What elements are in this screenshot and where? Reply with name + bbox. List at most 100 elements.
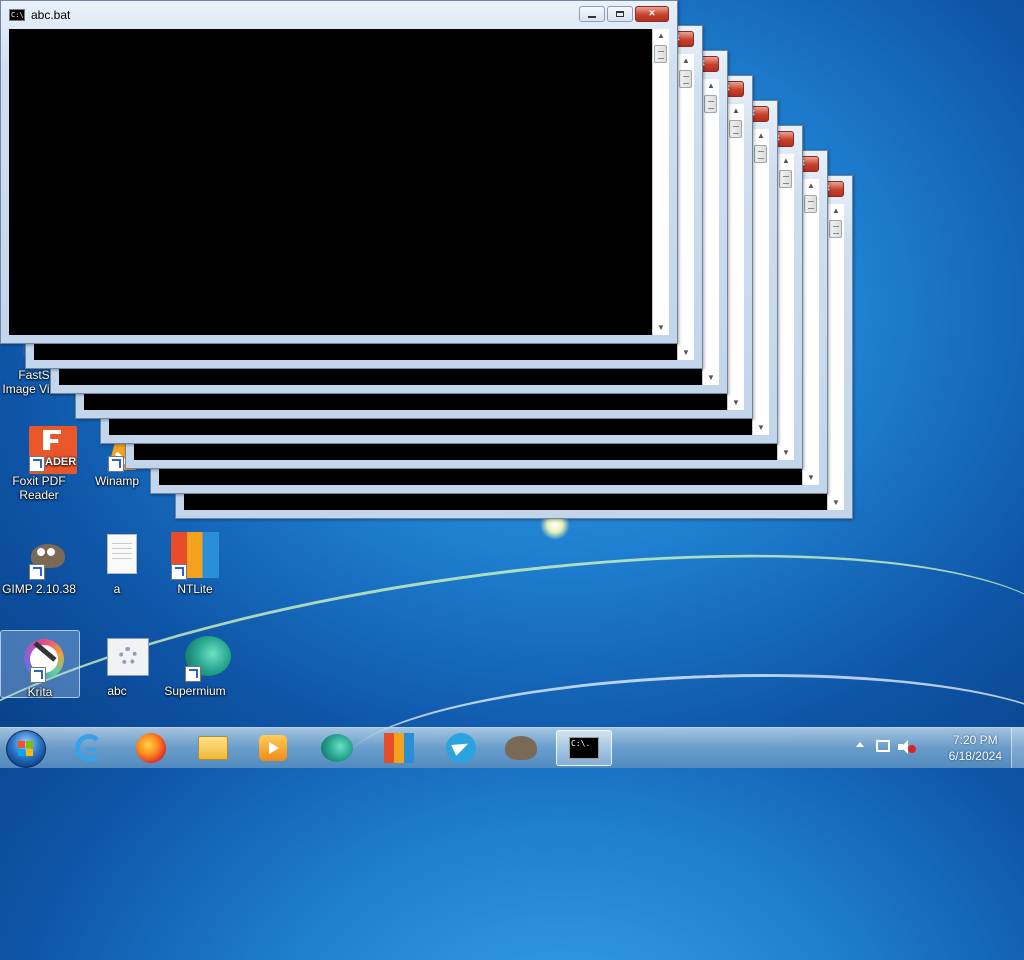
desktop-icon-label: GIMP 2.10.38	[2, 582, 76, 596]
scroll-thumb[interactable]	[829, 220, 842, 238]
internet-explorer-icon	[75, 734, 103, 762]
vertical-scrollbar[interactable]: ▲ ▼	[827, 204, 844, 510]
scroll-down-arrow-icon[interactable]: ▼	[828, 496, 844, 510]
desktop-icon-krita[interactable]: Krita	[0, 630, 80, 699]
taskbar-ntlite[interactable]	[374, 730, 424, 766]
shortcut-arrow-icon	[29, 564, 45, 580]
shortcut-arrow-icon	[171, 564, 187, 580]
scroll-thumb[interactable]	[679, 70, 692, 88]
window-title-bar[interactable]: C:\. abc.bat	[9, 6, 70, 24]
scroll-down-arrow-icon[interactable]: ▼	[778, 446, 794, 460]
taskbar-explorer[interactable]	[188, 730, 238, 766]
cmd-window-icon: C:\.	[9, 9, 28, 21]
clock[interactable]: 7:20 PM 6/18/2024	[949, 732, 1002, 764]
minimize-button[interactable]	[579, 6, 605, 22]
gimp-icon	[505, 736, 537, 760]
scroll-thumb[interactable]	[754, 145, 767, 163]
taskbar-cmd[interactable]: C:\.	[556, 730, 612, 766]
scroll-down-arrow-icon[interactable]: ▼	[703, 371, 719, 385]
scroll-thumb[interactable]	[779, 170, 792, 188]
desktop-icon-label: Foxit PDF Reader	[12, 474, 66, 502]
scroll-thumb[interactable]	[729, 120, 742, 138]
gimp-icon	[15, 532, 65, 580]
scroll-thumb[interactable]	[704, 95, 717, 113]
clock-time: 7:20 PM	[952, 733, 998, 747]
ntlite-icon	[171, 532, 219, 580]
close-button[interactable]: ×	[635, 6, 669, 22]
vertical-scrollbar[interactable]: ▲ ▼	[752, 129, 769, 435]
taskbar-supermium[interactable]	[312, 730, 362, 766]
supermium-icon	[171, 634, 231, 682]
desktop-icon-ntlite[interactable]: NTLite	[156, 528, 234, 596]
shortcut-arrow-icon	[29, 456, 45, 472]
supermium-icon	[321, 734, 353, 762]
clock-date: 6/18/2024	[948, 749, 1002, 763]
vertical-scrollbar[interactable]: ▲ ▼	[677, 54, 694, 360]
desktop-icon-a[interactable]: a	[78, 528, 156, 596]
taskbar-media[interactable]	[248, 730, 298, 766]
scroll-up-arrow-icon[interactable]: ▲	[703, 79, 719, 93]
desktop-icon-label: abc	[107, 684, 127, 698]
minimize-icon	[588, 16, 596, 18]
scroll-down-arrow-icon[interactable]: ▼	[753, 421, 769, 435]
desktop-icon-label: NTLite	[177, 582, 213, 596]
vertical-scrollbar[interactable]: ▲ ▼	[727, 104, 744, 410]
scroll-up-arrow-icon[interactable]: ▲	[678, 54, 694, 68]
desktop-icon-abc[interactable]: abc	[78, 630, 156, 698]
system-tray: 7:20 PM 6/18/2024	[854, 728, 1024, 768]
desktop-icon-gimp[interactable]: GIMP 2.10.38	[0, 528, 78, 596]
show-desktop-button[interactable]	[1011, 728, 1024, 768]
scroll-up-arrow-icon[interactable]: ▲	[778, 154, 794, 168]
scroll-up-arrow-icon[interactable]: ▲	[828, 204, 844, 218]
close-icon: ×	[648, 7, 656, 20]
shortcut-arrow-icon	[185, 666, 201, 682]
scroll-up-arrow-icon[interactable]: ▲	[653, 29, 669, 43]
folder-icon	[198, 736, 228, 760]
taskbar: C:\. 7:20 PM 6/18/2024	[0, 727, 1024, 768]
vertical-scrollbar[interactable]: ▲ ▼	[802, 179, 819, 485]
vertical-scrollbar[interactable]: ▲ ▼	[777, 154, 794, 460]
window-controls: ×	[579, 6, 669, 22]
desktop-icon-foxit[interactable]: ADER Foxit PDF Reader	[0, 420, 78, 502]
windows-flag-icon	[18, 741, 34, 757]
desktop-icon-label: Krita	[27, 685, 53, 699]
desktop-icon-supermium[interactable]: Supermium	[156, 630, 234, 698]
vertical-scrollbar[interactable]: ▲ ▼	[652, 29, 669, 335]
cmd-icon: C:\.	[569, 737, 599, 759]
scroll-down-arrow-icon[interactable]: ▼	[728, 396, 744, 410]
network-icon[interactable]	[876, 740, 890, 752]
desktop-icon-label: Winamp	[94, 474, 139, 488]
scroll-down-arrow-icon[interactable]: ▼	[678, 346, 694, 360]
console-output-area[interactable]	[9, 29, 653, 335]
volume-muted-icon[interactable]	[898, 740, 916, 754]
scroll-up-arrow-icon[interactable]: ▲	[803, 179, 819, 193]
text-file-icon	[93, 532, 141, 580]
scroll-down-arrow-icon[interactable]: ▼	[653, 321, 669, 335]
scroll-thumb[interactable]	[654, 45, 667, 63]
batch-file-icon	[93, 634, 149, 682]
taskbar-firefox[interactable]	[126, 730, 176, 766]
scroll-thumb[interactable]	[804, 195, 817, 213]
cmd-window[interactable]: C:\. abc.bat × ▲ ▼	[0, 0, 678, 344]
maximize-button[interactable]	[607, 6, 633, 22]
taskbar-telegram[interactable]	[436, 730, 486, 766]
scroll-down-arrow-icon[interactable]: ▼	[803, 471, 819, 485]
desktop-icon-label: Supermium	[164, 684, 226, 698]
vertical-scrollbar[interactable]: ▲ ▼	[702, 79, 719, 385]
media-player-icon	[259, 735, 287, 761]
firefox-icon	[136, 733, 166, 763]
telegram-icon	[446, 733, 476, 763]
taskbar-ie[interactable]	[64, 730, 114, 766]
maximize-icon	[616, 11, 624, 17]
scroll-up-arrow-icon[interactable]: ▲	[728, 104, 744, 118]
scroll-up-arrow-icon[interactable]: ▲	[753, 129, 769, 143]
taskbar-gimp[interactable]	[496, 730, 546, 766]
foxit-pdf-icon: ADER	[15, 424, 77, 474]
show-hidden-icons-arrow[interactable]	[856, 742, 864, 747]
start-button[interactable]	[6, 730, 46, 768]
foxit-logo-text: ADER	[45, 456, 77, 468]
shortcut-arrow-icon	[108, 456, 124, 472]
krita-icon	[16, 635, 64, 683]
desktop-icon-label: a	[113, 582, 121, 596]
shortcut-arrow-icon	[30, 667, 46, 683]
